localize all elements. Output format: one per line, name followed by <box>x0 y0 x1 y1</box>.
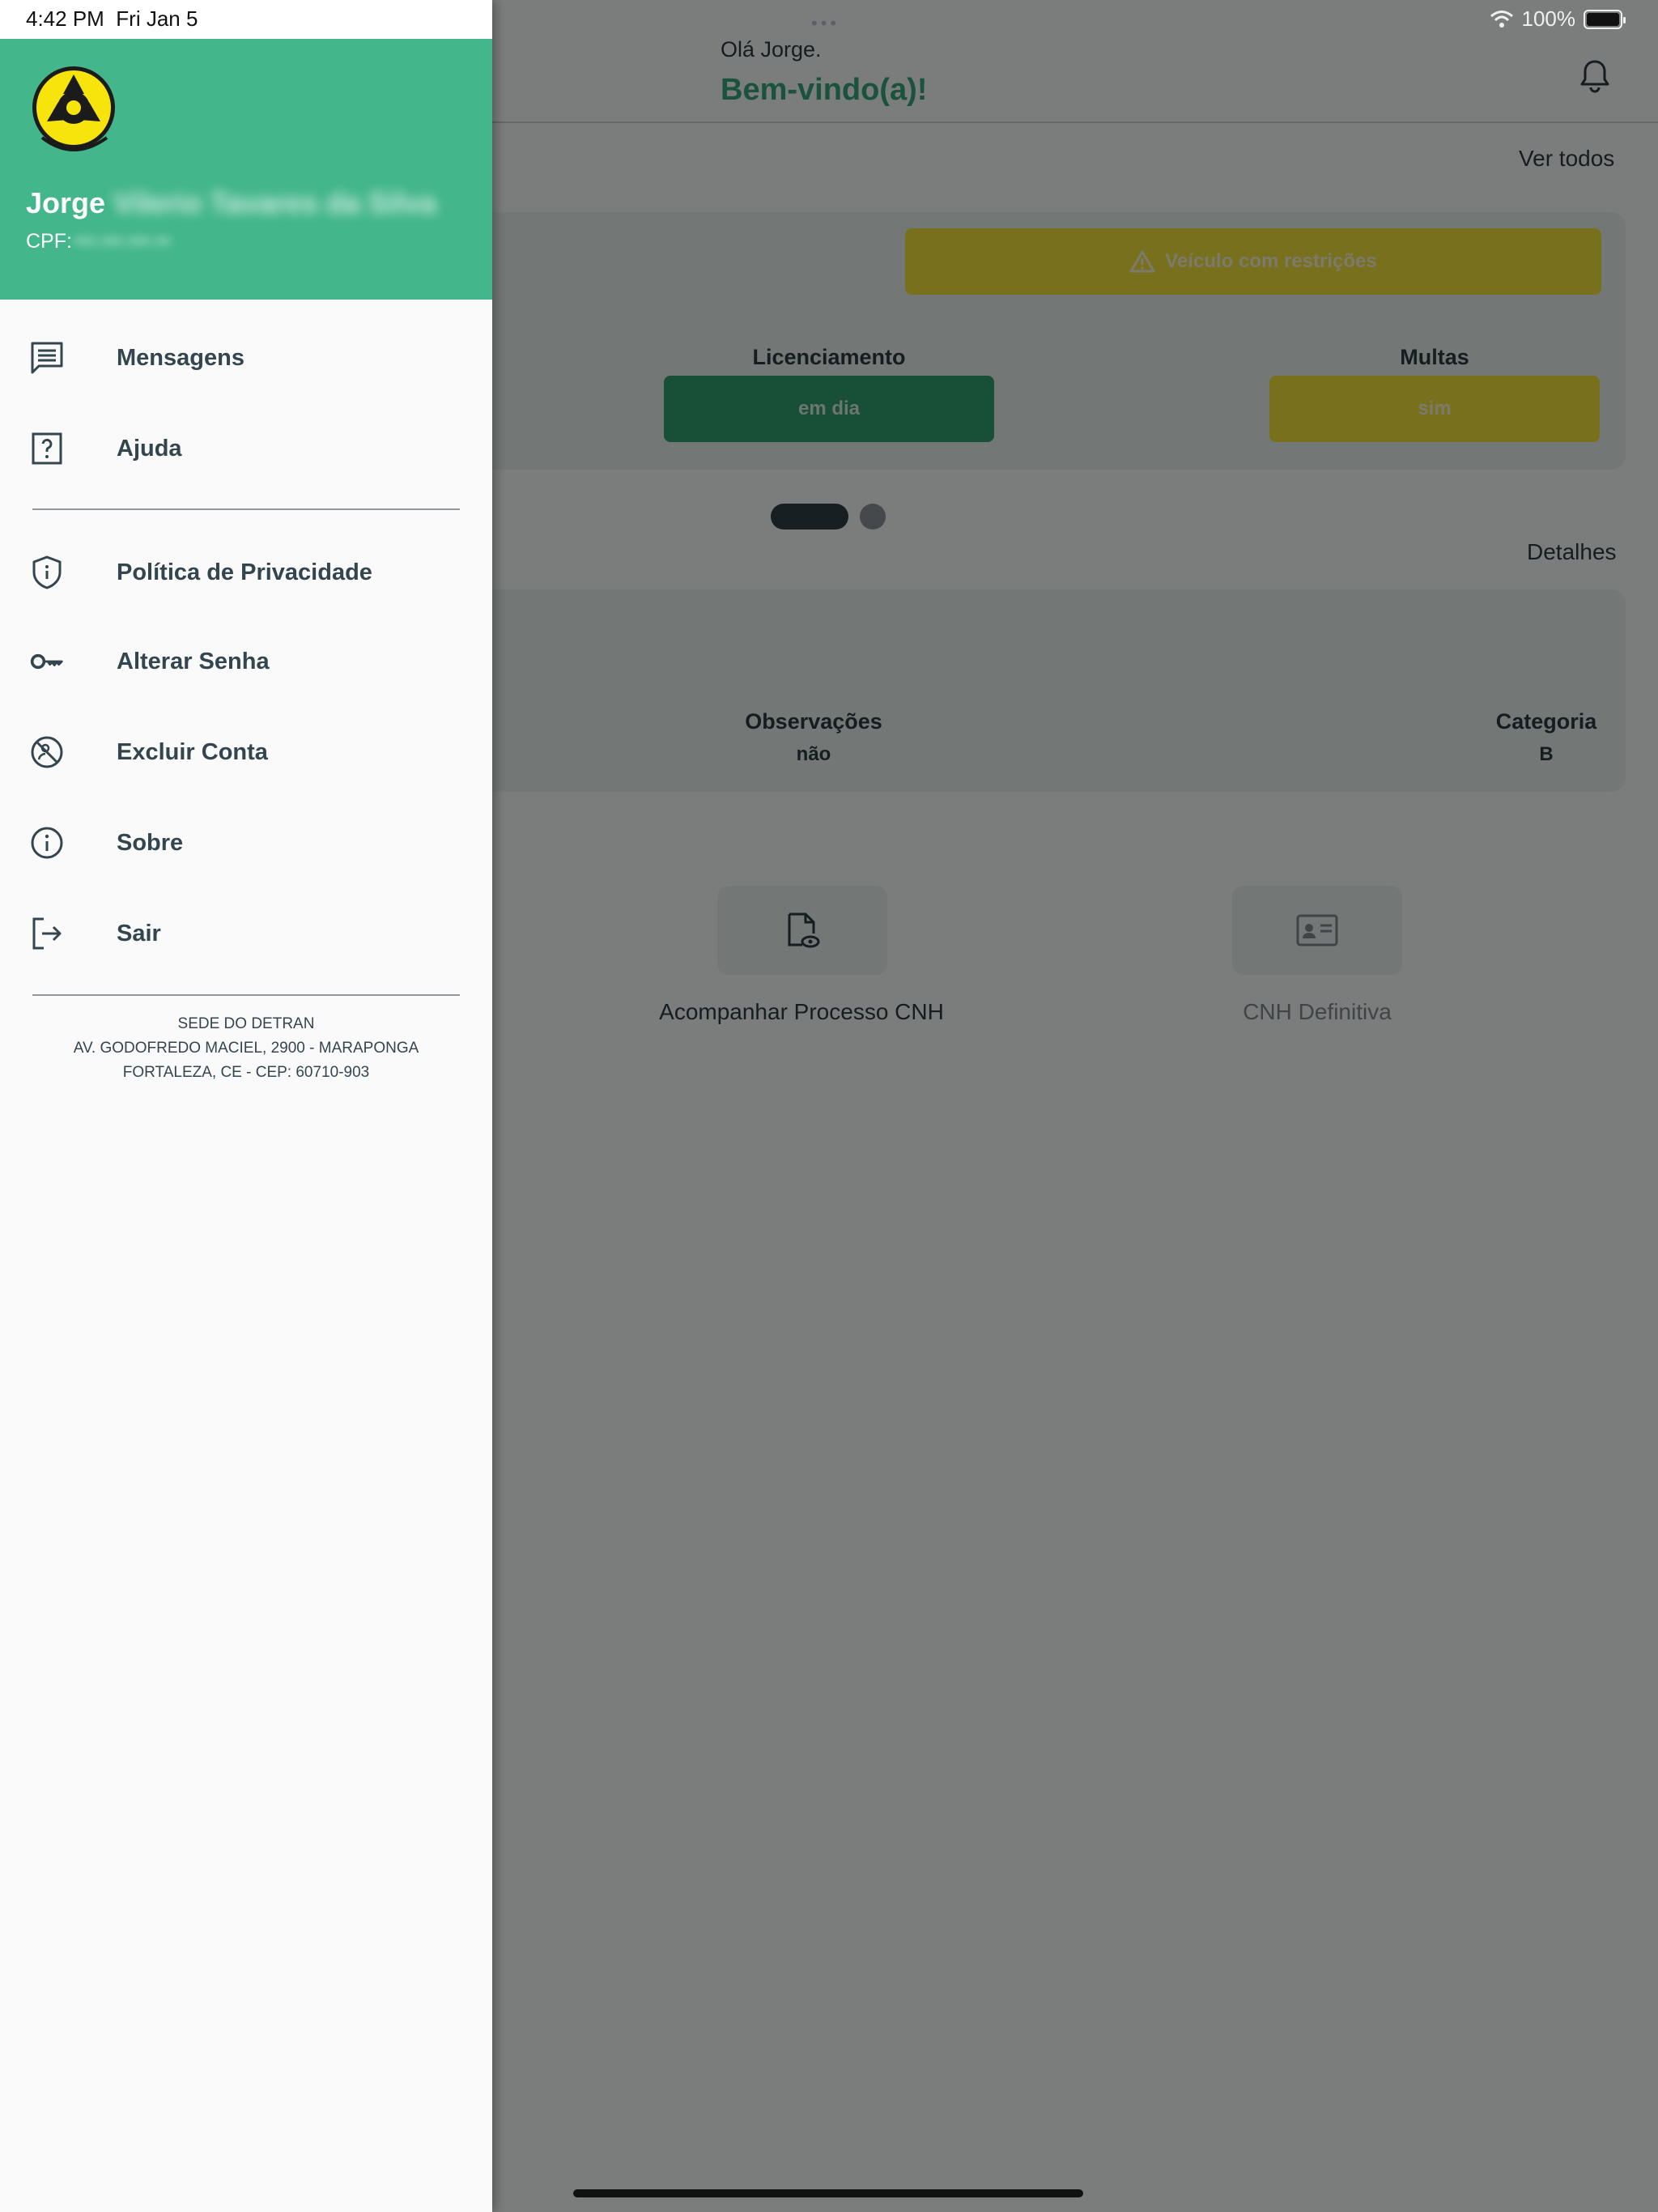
menu-item-help[interactable]: Ajuda <box>0 412 492 485</box>
logout-icon <box>29 916 65 951</box>
side-drawer: Jorge Vilerio Tavares da Silva CPF: •••.… <box>0 0 492 2212</box>
cpf-value-redacted: •••.•••.•••-•• <box>74 230 171 253</box>
menu-label-logout: Sair <box>117 920 161 946</box>
battery-percent: 100% <box>1521 6 1576 31</box>
status-time: 4:42 PM Fri Jan 5 <box>26 6 198 32</box>
messages-icon <box>29 340 65 376</box>
menu-item-delete-account[interactable]: Excluir Conta <box>0 716 492 789</box>
multitask-dots-icon[interactable]: ••• <box>811 13 840 34</box>
menu-item-about[interactable]: Sobre <box>0 806 492 879</box>
address-line-2: AV. GODOFREDO MACIEL, 2900 - MARAPONGA <box>73 1040 419 1057</box>
home-indicator[interactable] <box>573 2189 1083 2197</box>
menu-label-messages: Mensagens <box>117 344 244 371</box>
battery-icon <box>1584 9 1626 29</box>
menu-item-privacy-policy[interactable]: Política de Privacidade <box>0 536 492 609</box>
menu-label-change-password: Alterar Senha <box>117 648 270 674</box>
info-icon <box>29 825 65 861</box>
wifi-icon <box>1490 10 1513 28</box>
detran-address: SEDE DO DETRAN AV. GODOFREDO MACIEL, 290… <box>0 1012 492 1085</box>
menu-label-about: Sobre <box>117 829 184 856</box>
delete-account-icon <box>29 734 65 770</box>
address-line-3: FORTALEZA, CE - CEP: 60710-903 <box>122 1064 370 1081</box>
detran-logo <box>32 66 115 151</box>
key-icon <box>29 644 65 679</box>
cpf-label: CPF: <box>26 230 72 253</box>
help-icon <box>29 431 65 466</box>
status-indicators: 100% <box>1490 6 1626 32</box>
date: Fri Jan 5 <box>116 6 198 31</box>
user-first-name: Jorge <box>26 186 106 219</box>
clock: 4:42 PM <box>26 6 104 31</box>
footer-divider <box>32 994 460 996</box>
menu-label-help: Ajuda <box>117 435 182 462</box>
user-last-name-redacted: Vilerio Tavares da Silva <box>113 186 436 219</box>
address-line-1: SEDE DO DETRAN <box>177 1015 315 1032</box>
status-bar: 4:42 PM Fri Jan 5 ••• 100% <box>0 0 1658 39</box>
menu-label-delete-account: Excluir Conta <box>117 738 268 765</box>
menu-label-privacy-policy: Política de Privacidade <box>117 559 372 585</box>
menu-item-messages[interactable]: Mensagens <box>0 321 492 394</box>
menu-item-logout[interactable]: Sair <box>0 897 492 970</box>
menu-divider <box>32 508 460 510</box>
shield-info-icon <box>29 555 65 590</box>
menu-item-change-password[interactable]: Alterar Senha <box>0 625 492 698</box>
